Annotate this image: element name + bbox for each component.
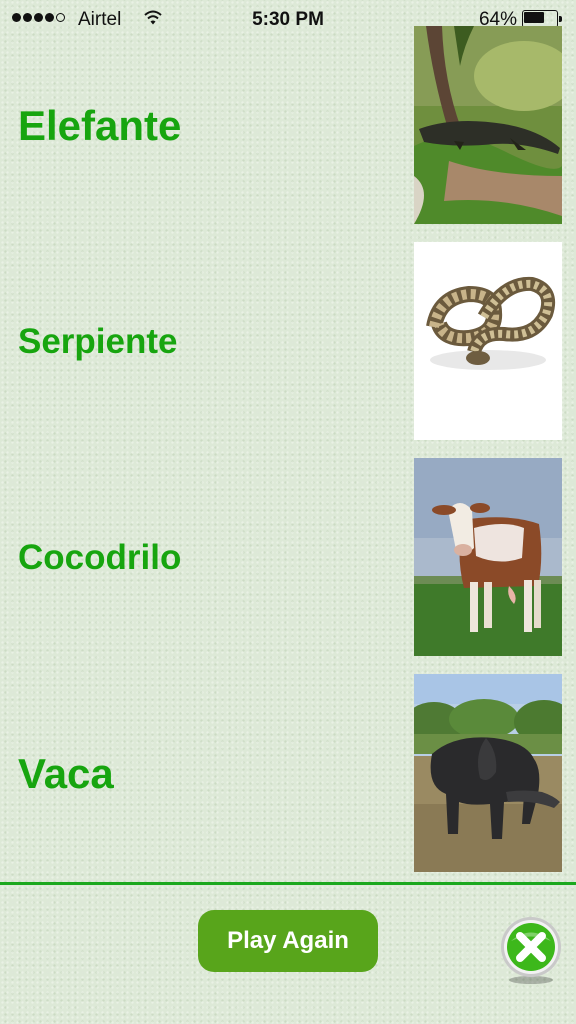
word-label[interactable]: Elefante: [18, 102, 181, 150]
crocodile-photo[interactable]: [414, 26, 562, 224]
match-row: Cocodrilo: [0, 458, 576, 658]
elephant-photo[interactable]: [414, 674, 562, 872]
close-icon: [501, 917, 561, 984]
snake-photo[interactable]: [414, 242, 562, 440]
word-label[interactable]: Serpiente: [18, 322, 178, 362]
word-label[interactable]: Cocodrilo: [18, 538, 181, 578]
footer-divider: [0, 882, 576, 885]
match-row: Elefante: [0, 26, 576, 226]
close-button[interactable]: [499, 916, 563, 986]
match-row: Vaca: [0, 674, 576, 874]
cow-photo[interactable]: [414, 458, 562, 656]
word-label[interactable]: Vaca: [18, 750, 114, 798]
match-row: Serpiente: [0, 242, 576, 442]
play-again-button[interactable]: Play Again: [198, 910, 378, 972]
